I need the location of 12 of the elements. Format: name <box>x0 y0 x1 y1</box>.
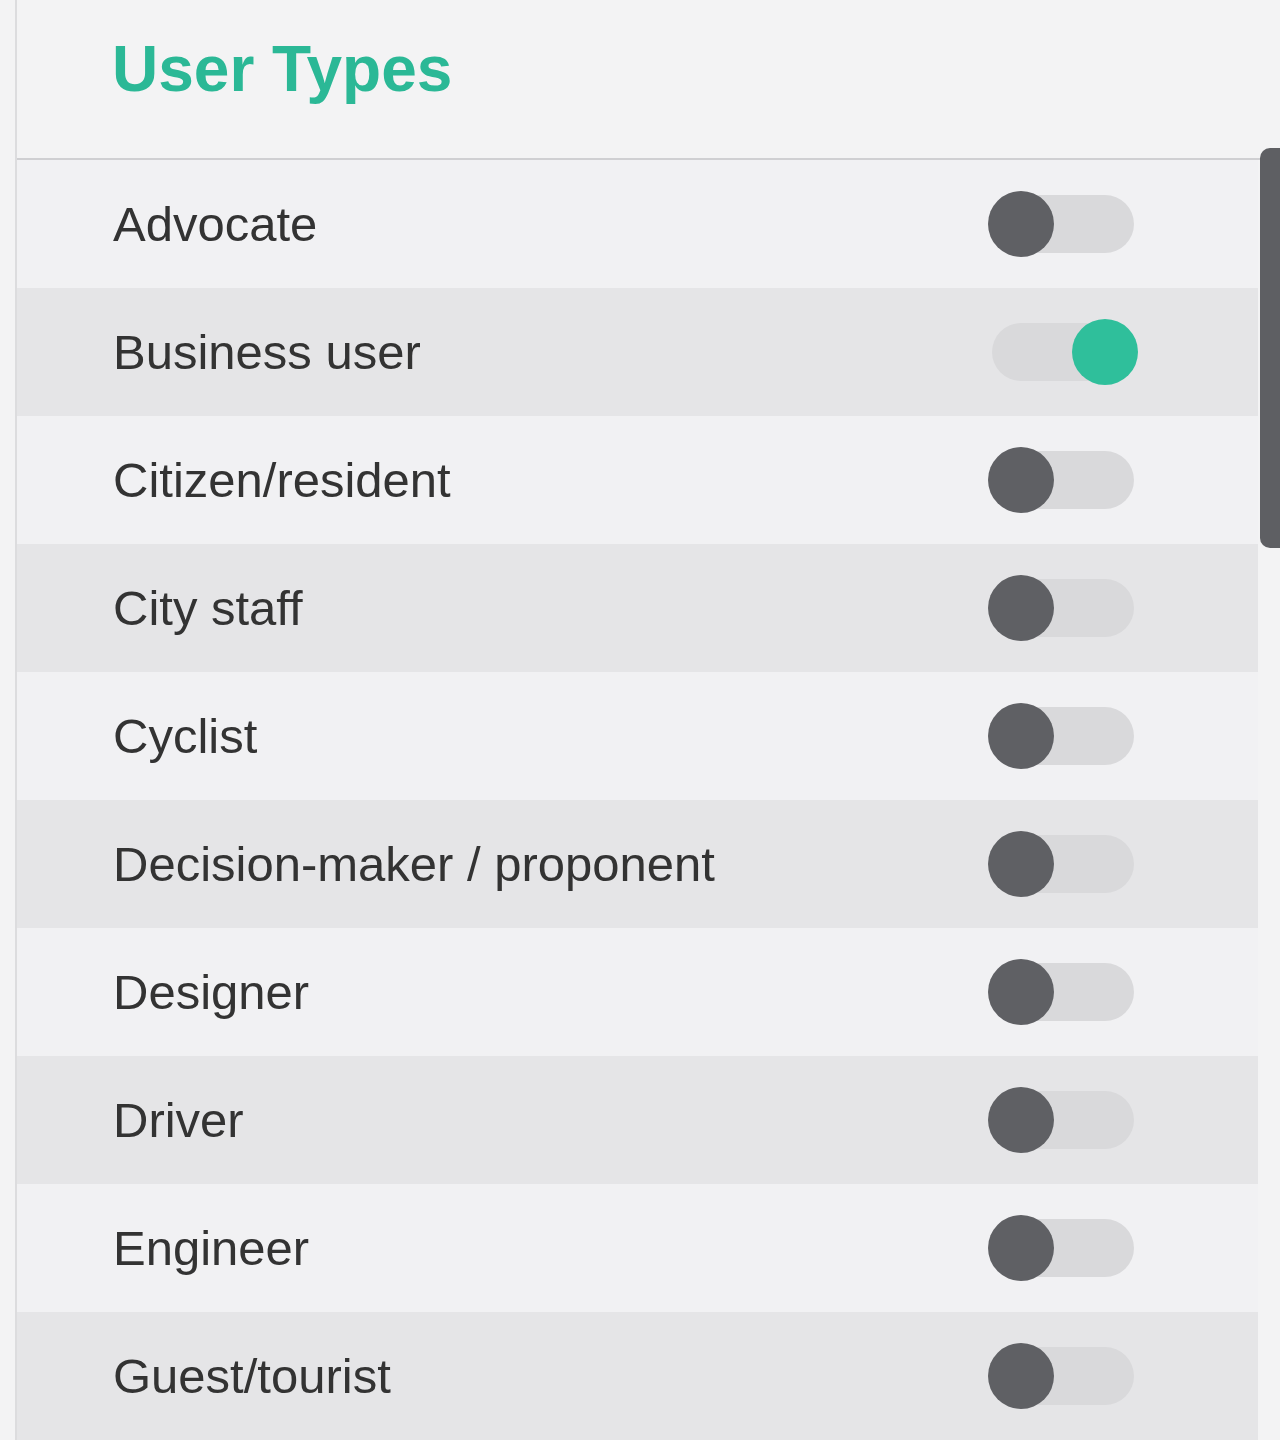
user-type-label: Advocate <box>113 196 319 252</box>
user-type-label: Guest/tourist <box>113 1348 392 1404</box>
user-type-label: Engineer <box>113 1220 311 1276</box>
user-type-label: City staff <box>113 580 304 636</box>
scrollbar-thumb[interactable] <box>1260 148 1280 548</box>
panel-title: User Types <box>112 32 453 106</box>
user-type-label: Decision-maker / proponent <box>113 836 716 892</box>
user-type-label: Citizen/resident <box>113 452 452 508</box>
user-type-label: Cyclist <box>113 708 259 764</box>
user-type-label: Designer <box>113 964 311 1020</box>
user-type-label: Business user <box>113 324 422 380</box>
user-type-label: Driver <box>113 1092 245 1148</box>
